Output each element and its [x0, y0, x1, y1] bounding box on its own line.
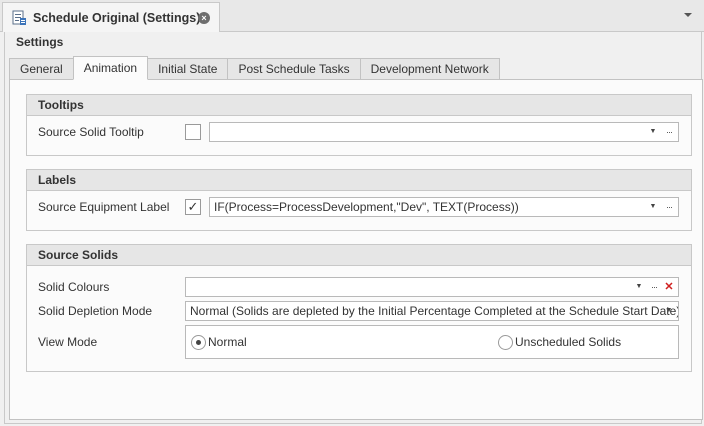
document-tab-title: Schedule Original (Settings): [33, 10, 201, 25]
settings-panel: Settings General Animation Initial State…: [4, 32, 703, 424]
tooltips-group: Tooltips Source Solid Tooltip ▼ ···: [26, 94, 692, 156]
source-solid-tooltip-combo[interactable]: ▼ ···: [209, 122, 679, 142]
source-solid-tooltip-checkbox[interactable]: [185, 124, 201, 140]
view-mode-label: View Mode: [38, 335, 98, 349]
solid-colours-combo[interactable]: ▼ ··· ✕: [185, 277, 679, 297]
labels-group-header: Labels: [27, 170, 691, 191]
solid-depletion-mode-select[interactable]: Normal (Solids are depleted by the Initi…: [185, 301, 679, 321]
panel-title: Settings: [5, 32, 701, 56]
ellipsis-icon[interactable]: ···: [647, 278, 661, 296]
settings-document-icon: [11, 10, 27, 26]
tooltips-group-header: Tooltips: [27, 95, 691, 116]
document-tab-strip: Schedule Original (Settings) ×: [0, 0, 704, 32]
close-icon[interactable]: ×: [198, 12, 210, 24]
tab-animation[interactable]: Animation: [72, 56, 149, 80]
solid-depletion-mode-label: Solid Depletion Mode: [38, 304, 153, 318]
ellipsis-icon[interactable]: ···: [662, 198, 676, 216]
labels-group: Labels Source Equipment Label ✓ IF(Proce…: [26, 169, 692, 231]
tab-bar: General Animation Initial State Post Sch…: [9, 56, 500, 80]
chevron-down-icon[interactable]: [682, 9, 694, 21]
source-equipment-label-label: Source Equipment Label: [38, 200, 170, 214]
radio-selected-dot: [196, 340, 201, 345]
clear-icon[interactable]: ✕: [662, 278, 676, 296]
dropdown-arrow-icon[interactable]: ▼: [646, 123, 660, 141]
view-mode-normal-label[interactable]: Normal: [208, 335, 247, 349]
view-mode-radio-group: Normal Unscheduled Solids: [185, 325, 679, 359]
tab-initial-state[interactable]: Initial State: [147, 58, 229, 80]
view-mode-unscheduled-radio[interactable]: [498, 335, 513, 350]
solid-colours-label: Solid Colours: [38, 280, 110, 294]
dropdown-arrow-icon[interactable]: ▼: [662, 302, 676, 320]
source-solid-tooltip-label: Source Solid Tooltip: [38, 125, 144, 139]
tab-development-network[interactable]: Development Network: [359, 58, 500, 80]
check-icon: ✓: [187, 199, 199, 214]
tab-general[interactable]: General: [9, 58, 74, 80]
view-mode-unscheduled-label[interactable]: Unscheduled Solids: [515, 335, 621, 349]
source-equipment-label-value: IF(Process=ProcessDevelopment,"Dev", TEX…: [214, 200, 519, 214]
source-equipment-label-combo[interactable]: IF(Process=ProcessDevelopment,"Dev", TEX…: [209, 197, 679, 217]
ellipsis-icon[interactable]: ···: [662, 123, 676, 141]
source-solids-group: Source Solids Solid Colours ▼ ··· ✕ Soli…: [26, 244, 692, 372]
view-mode-normal-radio[interactable]: [191, 335, 206, 350]
dropdown-arrow-icon[interactable]: ▼: [632, 278, 646, 296]
animation-tab-page: Tooltips Source Solid Tooltip ▼ ··· Labe…: [9, 79, 703, 420]
solid-depletion-mode-value: Normal (Solids are depleted by the Initi…: [190, 304, 679, 318]
source-solids-group-header: Source Solids: [27, 245, 691, 266]
tab-post-schedule-tasks[interactable]: Post Schedule Tasks: [227, 58, 361, 80]
document-tab[interactable]: Schedule Original (Settings) ×: [2, 2, 220, 32]
dropdown-arrow-icon[interactable]: ▼: [646, 198, 660, 216]
source-equipment-label-checkbox[interactable]: ✓: [185, 199, 201, 215]
